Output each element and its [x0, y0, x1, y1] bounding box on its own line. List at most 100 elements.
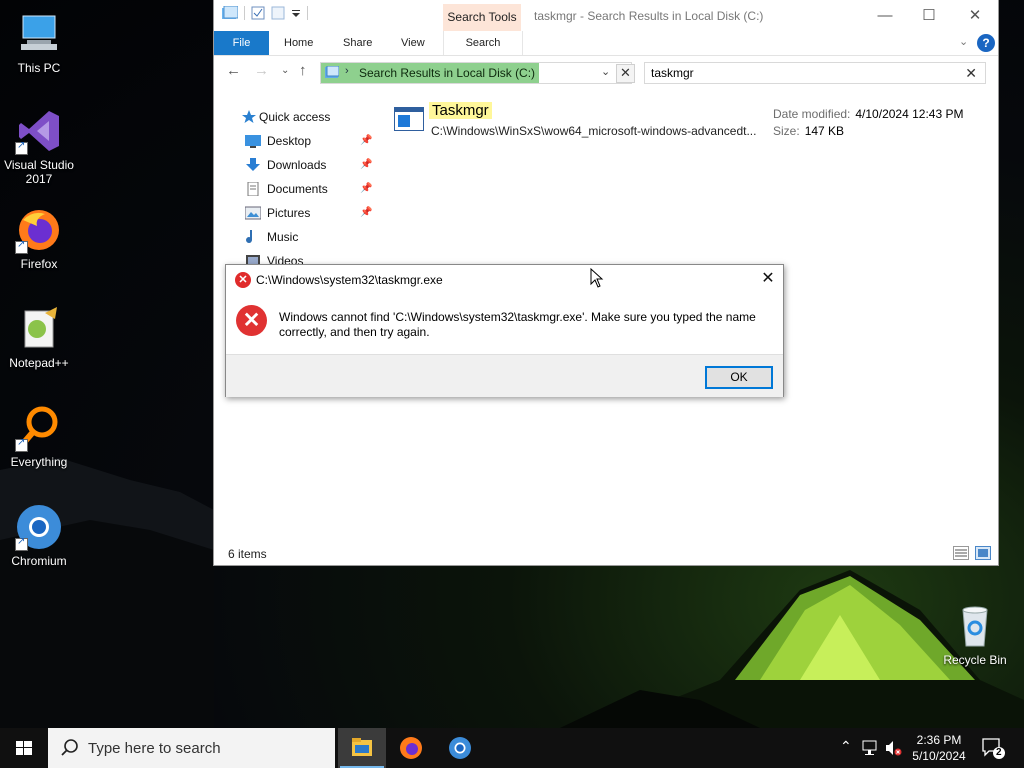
back-button[interactable]: ←: [226, 62, 241, 79]
volume-muted-icon: [886, 741, 902, 756]
size-label: Size:: [773, 124, 800, 138]
everything-search-icon: [15, 404, 63, 452]
search-box[interactable]: ✕: [644, 62, 986, 84]
desktop-icon: [245, 134, 261, 148]
dialog-message: Windows cannot find 'C:\Windows\system32…: [279, 310, 756, 339]
desktop-icon-firefox[interactable]: Firefox: [0, 206, 78, 271]
close-button[interactable]: ✕: [952, 0, 998, 31]
clock-date: 5/10/2024: [912, 749, 966, 763]
chromium-icon: [15, 503, 63, 551]
shortcut-arrow-icon: [15, 437, 28, 452]
desktop-icon-this-pc[interactable]: This PC: [0, 10, 78, 75]
desktop-icon-label: Everything: [10, 455, 68, 469]
chevron-down-icon: ⌄: [281, 65, 290, 76]
taskbar-file-explorer[interactable]: [338, 728, 386, 768]
search-results-folder-icon: [325, 66, 339, 79]
close-icon: ✕: [968, 7, 982, 24]
help-button[interactable]: ?: [977, 34, 995, 52]
volume-button[interactable]: [883, 728, 903, 768]
desktop-icon-everything[interactable]: Everything: [0, 404, 78, 469]
dialog-close-button[interactable]: ✕: [757, 268, 779, 290]
stop-search-button[interactable]: ✕: [616, 64, 635, 83]
sidebar-item-music[interactable]: Music: [245, 226, 375, 248]
desktop-icon-notepad-plus-plus[interactable]: Notepad++: [0, 305, 78, 370]
desktop-icon-chromium[interactable]: Chromium: [0, 503, 78, 568]
desktop-icon-visual-studio[interactable]: Visual Studio 2017: [0, 107, 78, 186]
tab-file[interactable]: File: [214, 31, 269, 55]
details-view-button[interactable]: [953, 546, 969, 560]
ribbon-expand-button[interactable]: ⌄: [959, 35, 968, 48]
large-icons-view-icon: [978, 549, 988, 557]
sidebar-item-label: Pictures: [267, 206, 311, 220]
address-dropdown-button[interactable]: ⌄: [601, 65, 610, 78]
search-result-item[interactable]: Taskmgr C:\Windows\WinSxS\wow64_microsof…: [394, 100, 984, 140]
up-button[interactable]: ↑: [299, 62, 307, 79]
pin-icon: 📌: [360, 183, 373, 194]
contextual-tab-search-tools[interactable]: Search Tools: [443, 4, 521, 31]
result-name: Taskmgr: [429, 102, 492, 119]
sidebar-item-documents[interactable]: Documents 📌: [245, 178, 375, 200]
action-center-button[interactable]: 2: [980, 736, 1006, 760]
result-size: Size: 147 KB: [773, 124, 844, 138]
network-icon: [862, 740, 877, 755]
address-text: Search Results in Local Disk (C:): [359, 66, 536, 80]
search-input[interactable]: [649, 65, 953, 81]
show-hidden-icons-button[interactable]: ⌃: [838, 728, 856, 768]
desktop-icon-label: Visual Studio 2017: [4, 158, 74, 186]
taskbar: Type here to search ⌃ 2:36 PM 5/10/2024 …: [0, 728, 1024, 768]
close-icon: ✕: [620, 65, 631, 80]
dialog-footer: OK: [226, 354, 783, 397]
tab-share[interactable]: Share: [343, 31, 372, 55]
desktop-icon-recycle-bin[interactable]: Recycle Bin: [936, 602, 1014, 667]
tab-view[interactable]: View: [401, 31, 425, 55]
clear-search-button[interactable]: ✕: [965, 65, 977, 82]
navigation-bar: ← → ⌄ ↑ › Search Results in Local Disk (…: [214, 58, 998, 86]
tab-home[interactable]: Home: [284, 31, 313, 55]
new-folder-icon[interactable]: [271, 6, 285, 20]
toolbar-divider: [244, 6, 245, 20]
status-bar: 6 items: [214, 543, 998, 563]
window-title: taskmgr - Search Results in Local Disk (…: [534, 9, 764, 23]
sidebar-item-label: Quick access: [259, 110, 331, 124]
tab-search[interactable]: Search: [443, 31, 523, 55]
folder-icon: [222, 6, 238, 20]
taskbar-search-box[interactable]: Type here to search: [48, 728, 335, 768]
error-icon: ✕: [235, 272, 251, 288]
desktop-icon-label: This PC: [17, 61, 61, 75]
properties-icon[interactable]: [251, 6, 265, 20]
desktop-icon-label: Recycle Bin: [943, 653, 1007, 667]
taskbar-firefox[interactable]: [387, 728, 435, 768]
maximize-icon: ☐: [922, 7, 936, 24]
search-icon: [61, 739, 78, 756]
sidebar-item-downloads[interactable]: Downloads 📌: [245, 154, 375, 176]
shortcut-arrow-icon: [15, 536, 28, 551]
title-bar: Search Tools taskmgr - Search Results in…: [214, 0, 998, 31]
system-clock[interactable]: 2:36 PM 5/10/2024: [905, 732, 973, 764]
windows-logo-icon: [16, 741, 32, 755]
clock-time: 2:36 PM: [916, 733, 962, 747]
visual-studio-icon: [15, 107, 63, 155]
sidebar-item-label: Desktop: [267, 134, 312, 148]
maximize-button[interactable]: ☐: [906, 0, 952, 31]
error-dialog: ✕ C:\Windows\system32\taskmgr.exe ✕ ✕ Wi…: [225, 264, 784, 397]
forward-button[interactable]: →: [254, 62, 269, 79]
result-date-modified: Date modified: 4/10/2024 12:43 PM: [773, 107, 963, 121]
shortcut-arrow-icon: [15, 239, 28, 254]
toolbar-divider: [307, 6, 308, 20]
address-bar[interactable]: › Search Results in Local Disk (C:) ⌄: [320, 62, 632, 84]
computer-icon: [15, 10, 63, 58]
sidebar-item-quick-access[interactable]: Quick access: [241, 106, 371, 128]
large-icons-view-button[interactable]: [975, 546, 991, 560]
network-status-button[interactable]: [860, 728, 880, 768]
ok-button[interactable]: OK: [705, 366, 773, 389]
minimize-button[interactable]: —: [862, 0, 908, 31]
taskbar-chromium[interactable]: [436, 728, 484, 768]
sidebar-item-pictures[interactable]: Pictures 📌: [245, 202, 375, 224]
recent-locations-button[interactable]: ⌄: [281, 65, 289, 76]
sidebar-item-desktop[interactable]: Desktop 📌: [245, 130, 375, 152]
arrow-left-icon: ←: [226, 62, 241, 79]
customize-toolbar-icon[interactable]: [291, 8, 301, 18]
start-button[interactable]: [0, 728, 48, 768]
result-path: C:\Windows\WinSxS\wow64_microsoft-window…: [431, 124, 757, 138]
quick-access-toolbar: [222, 6, 308, 20]
